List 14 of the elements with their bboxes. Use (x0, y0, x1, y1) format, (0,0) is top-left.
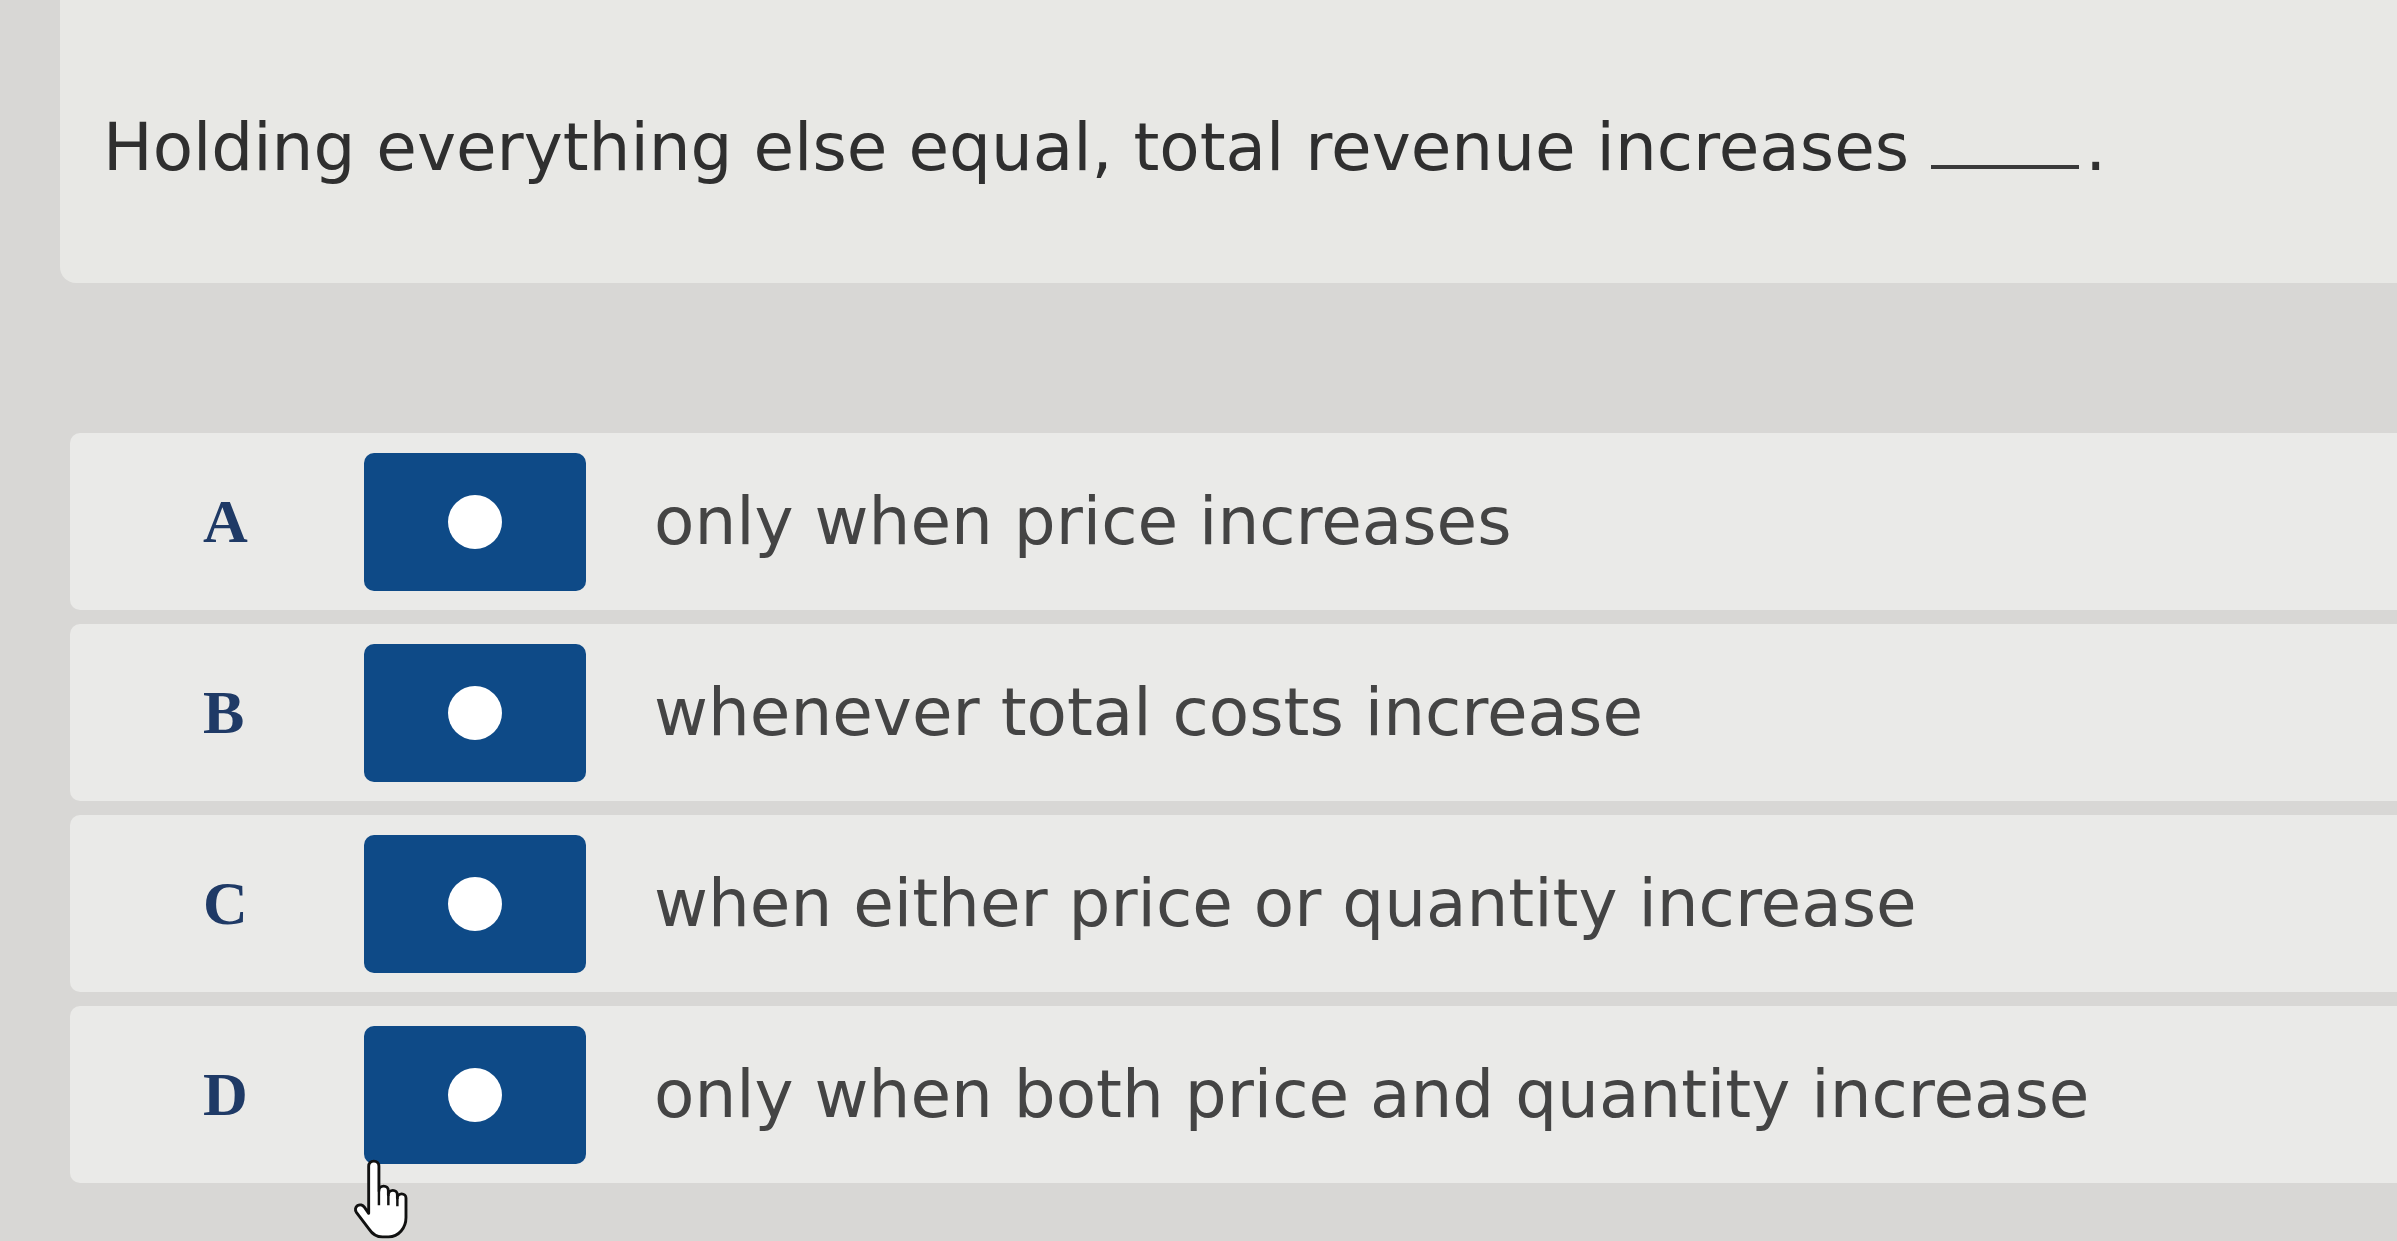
question-period: . (2085, 108, 2107, 188)
option-letter: D (203, 1060, 249, 1129)
option-text: only when both price and quantity increase (654, 1054, 2090, 1135)
option-letter: B (203, 678, 246, 747)
radio-button[interactable] (364, 452, 586, 591)
question-text: Holding everything else equal, total revenue increases (103, 108, 1910, 188)
option-text: only when price increases (654, 481, 1512, 562)
option-text: whenever total costs increase (654, 672, 1643, 753)
option-letter: A (203, 487, 249, 556)
radio-button[interactable] (364, 1025, 586, 1164)
option-text: when either price or quantity increase (654, 863, 1917, 944)
radio-button[interactable] (364, 643, 586, 782)
radio-button[interactable] (364, 834, 586, 973)
option-letter: C (203, 869, 249, 938)
